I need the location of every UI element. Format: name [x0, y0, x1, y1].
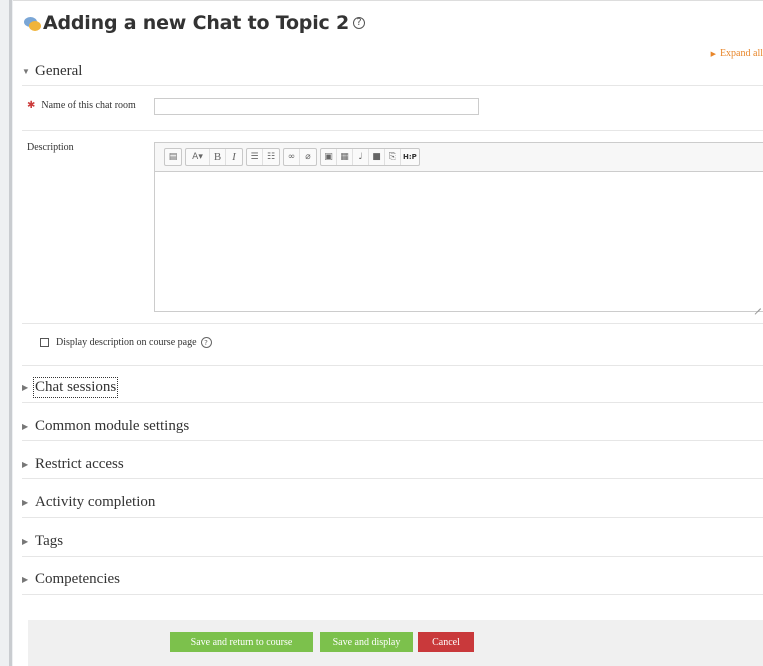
description-editor: ▤ A▾ B I ☰ ☷ ∞ ⌀ ▣ ▦ ♩ ■ ⎘ H:P	[154, 142, 763, 312]
unordered-list-icon[interactable]: ☰	[247, 149, 263, 165]
section-label: Common module settings	[35, 418, 190, 434]
divider	[22, 323, 763, 324]
caret-right-icon: ▶	[22, 498, 29, 507]
section-tags-header[interactable]: ▶ Tags	[22, 533, 63, 550]
display-description-row: Display description on course page ?	[40, 337, 212, 348]
image-icon[interactable]: ▣	[321, 149, 337, 165]
name-label: ✱ Name of this chat room	[27, 100, 136, 111]
description-label: Description	[27, 142, 74, 153]
section-restrict-access-header[interactable]: ▶ Restrict access	[22, 456, 124, 473]
section-label: Tags	[35, 533, 64, 549]
section-label: Competencies	[35, 571, 120, 587]
caret-right-icon: ▶	[22, 537, 29, 546]
caret-right-icon: ▶	[22, 575, 29, 584]
section-general-label: General	[35, 63, 83, 79]
display-description-checkbox[interactable]	[40, 338, 49, 347]
video-icon[interactable]: ■	[369, 149, 385, 165]
help-icon[interactable]: ?	[353, 17, 366, 29]
toolbar-group-lists: ☰ ☷	[246, 148, 280, 166]
link-icon[interactable]: ∞	[284, 149, 300, 165]
caret-right-icon: ▶	[22, 422, 29, 431]
chat-edit-form: Adding a new Chat to Topic 2 ? ▶ Expand …	[22, 0, 763, 666]
help-icon[interactable]: ?	[200, 337, 212, 348]
caret-down-icon: ▼	[22, 67, 30, 76]
resize-handle-icon[interactable]	[753, 301, 761, 309]
divider	[22, 130, 763, 131]
italic-button[interactable]: I	[226, 149, 242, 165]
cancel-button[interactable]: Cancel	[418, 632, 474, 652]
paragraph-styles-button[interactable]: A▾	[186, 149, 210, 165]
page-header: Adding a new Chat to Topic 2 ?	[22, 8, 366, 38]
expand-all-label: Expand all	[719, 48, 763, 59]
editor-toolbar: ▤ A▾ B I ☰ ☷ ∞ ⌀ ▣ ▦ ♩ ■ ⎘ H:P	[155, 143, 763, 172]
window-left-edge	[0, 0, 13, 666]
save-and-return-button[interactable]: Save and return to course	[170, 632, 313, 652]
divider	[22, 365, 763, 366]
divider	[22, 402, 763, 403]
toolbar-group-media: ▣ ▦ ♩ ■ ⎘ H:P	[320, 148, 420, 166]
toolbar-group-toggle: ▤	[164, 148, 182, 166]
section-activity-completion-header[interactable]: ▶ Activity completion	[22, 494, 155, 511]
show-more-buttons-icon[interactable]: ▤	[165, 149, 181, 165]
required-icon: ✱	[27, 100, 36, 111]
unlink-icon[interactable]: ⌀	[300, 149, 316, 165]
section-competencies-header[interactable]: ▶ Competencies	[22, 571, 120, 588]
editor-content-area[interactable]	[155, 172, 763, 311]
bold-button[interactable]: B	[210, 149, 226, 165]
toolbar-group-links: ∞ ⌀	[283, 148, 317, 166]
toolbar-group-style: A▾ B I	[185, 148, 243, 166]
section-label: Activity completion	[35, 494, 156, 510]
triangle-right-icon: ▶	[710, 49, 716, 58]
save-and-display-button[interactable]: Save and display	[320, 632, 413, 652]
section-general-header[interactable]: ▼ General	[22, 63, 82, 80]
h5p-button[interactable]: H:P	[401, 149, 419, 165]
divider	[22, 478, 763, 479]
divider	[22, 85, 763, 86]
manage-files-icon[interactable]: ⎘	[385, 149, 401, 165]
name-label-text: Name of this chat room	[41, 100, 136, 111]
display-description-label: Display description on course page	[56, 337, 197, 348]
section-common-module-settings-header[interactable]: ▶ Common module settings	[22, 418, 189, 435]
caret-right-icon: ▶	[22, 383, 29, 392]
ordered-list-icon[interactable]: ☷	[263, 149, 279, 165]
divider	[22, 556, 763, 557]
page-title: Adding a new Chat to Topic 2	[43, 12, 350, 34]
divider	[22, 517, 763, 518]
expand-all-link[interactable]: ▶ Expand all	[711, 48, 763, 59]
section-chat-sessions-header[interactable]: ▶ Chat sessions	[22, 377, 119, 398]
chat-room-name-input[interactable]	[154, 98, 479, 115]
section-label: Chat sessions	[32, 377, 119, 398]
form-actions-bar: Save and return to course Save and displ…	[28, 620, 763, 666]
media-icon[interactable]: ▦	[337, 149, 353, 165]
microphone-icon[interactable]: ♩	[353, 149, 369, 165]
divider	[22, 594, 763, 595]
chat-icon	[22, 13, 42, 33]
section-label: Restrict access	[35, 456, 124, 472]
divider	[22, 440, 763, 441]
caret-right-icon: ▶	[22, 460, 29, 469]
